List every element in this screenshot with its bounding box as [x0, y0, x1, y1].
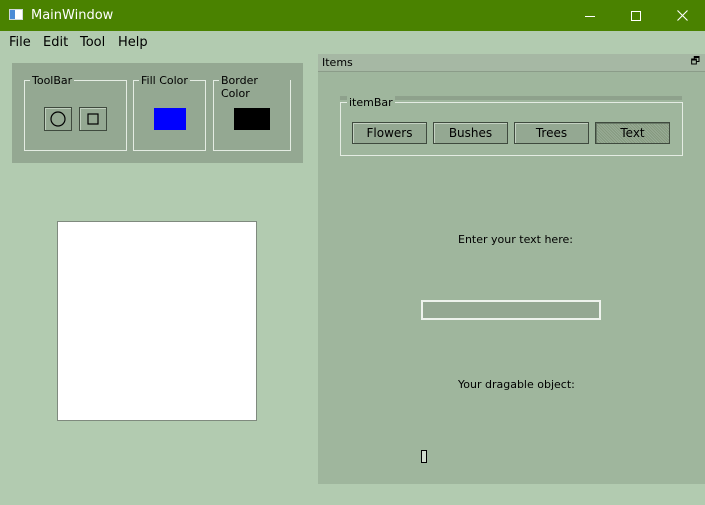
- bushes-button[interactable]: Bushes: [433, 122, 508, 144]
- menu-file[interactable]: File: [9, 35, 31, 50]
- border-color-group: Border Color: [213, 74, 291, 151]
- text-input[interactable]: [421, 300, 601, 320]
- menu-help[interactable]: Help: [118, 35, 148, 50]
- window-title: MainWindow: [31, 8, 114, 23]
- dock-header[interactable]: Items 🗗: [318, 54, 705, 72]
- flowers-button[interactable]: Flowers: [352, 122, 427, 144]
- trees-button[interactable]: Trees: [514, 122, 589, 144]
- items-dock: Items 🗗 itemBar Flowers Bushes Trees Tex…: [318, 54, 705, 484]
- maximize-icon: [631, 10, 641, 21]
- itembar-title: itemBar: [347, 96, 395, 109]
- drag-label: Your dragable object:: [458, 378, 575, 391]
- drawing-canvas[interactable]: [57, 221, 257, 421]
- float-icon[interactable]: 🗗: [691, 57, 700, 67]
- app-icon: [9, 9, 23, 20]
- rectangle-tool-button[interactable]: [79, 107, 107, 131]
- menu-tool[interactable]: Tool: [80, 35, 105, 50]
- maximize-button[interactable]: [613, 0, 659, 31]
- minimize-icon: [585, 15, 595, 17]
- border-color-title: Border Color: [219, 74, 290, 100]
- text-prompt-label: Enter your text here:: [458, 233, 573, 246]
- tool-panel: ToolBar Fill Color Border Color: [12, 63, 303, 163]
- toolbar-group-title: ToolBar: [30, 74, 75, 87]
- minimize-button[interactable]: [567, 0, 613, 31]
- close-button[interactable]: [659, 0, 705, 31]
- close-icon: [676, 10, 688, 21]
- dock-title: Items: [322, 56, 353, 69]
- menu-bar: File Edit Tool Help: [0, 31, 705, 53]
- fill-color-swatch[interactable]: [154, 108, 186, 130]
- fill-color-group: Fill Color: [133, 74, 206, 151]
- title-bar[interactable]: MainWindow: [0, 0, 705, 31]
- fill-color-title: Fill Color: [139, 74, 190, 87]
- toolbar-group: ToolBar: [24, 74, 127, 151]
- text-button[interactable]: Text: [595, 122, 670, 144]
- draggable-object[interactable]: [421, 450, 427, 463]
- border-color-swatch[interactable]: [234, 108, 270, 130]
- menu-edit[interactable]: Edit: [43, 35, 68, 50]
- circle-icon: [50, 111, 66, 127]
- ellipse-tool-button[interactable]: [44, 107, 72, 131]
- square-icon: [87, 113, 99, 125]
- item-bar: itemBar Flowers Bushes Trees Text: [340, 96, 683, 156]
